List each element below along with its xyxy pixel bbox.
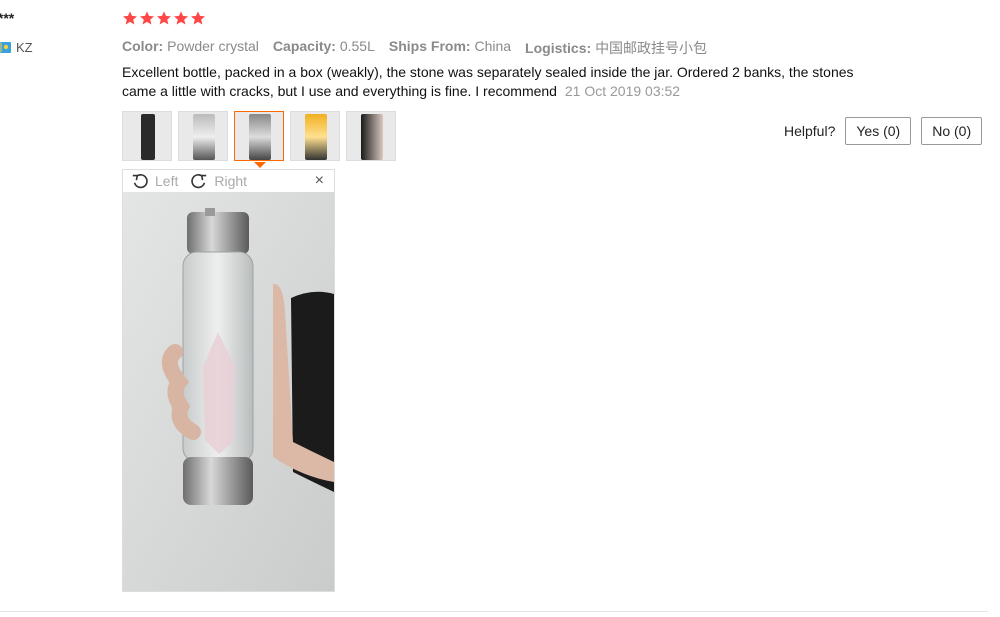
rating-stars xyxy=(122,10,206,26)
helpful-no-button[interactable]: No (0) xyxy=(921,117,983,145)
photo-thumbnail[interactable] xyxy=(178,111,228,161)
country-code: KZ xyxy=(16,40,33,55)
star-icon xyxy=(123,11,137,25)
attribute-color: Color: Powder crystal xyxy=(122,38,259,54)
close-icon[interactable]: × xyxy=(315,172,324,190)
attribute-logistics: Logistics: 中国邮政挂号小包 xyxy=(525,40,708,56)
photo-thumbnail[interactable] xyxy=(122,111,172,161)
viewer-toolbar: Left Right × xyxy=(123,170,334,192)
photo-thumbnail[interactable] xyxy=(346,111,396,161)
star-icon xyxy=(191,11,205,25)
helpful-yes-button[interactable]: Yes (0) xyxy=(845,117,912,145)
kazakhstan-flag-icon xyxy=(0,42,11,53)
rotate-left-icon xyxy=(132,174,148,189)
rotate-left-label: Left xyxy=(155,173,179,189)
attribute-capacity: Capacity: 0.55L xyxy=(272,38,375,54)
helpful-label: Helpful? xyxy=(784,123,836,139)
helpful-section: Helpful? Yes (0) No (0) xyxy=(784,117,983,145)
rotate-left-button[interactable]: Left xyxy=(131,172,178,190)
review-body: Excellent bottle, packed in a box (weakl… xyxy=(122,63,882,101)
attribute-ships-from: Ships From: China xyxy=(388,38,512,54)
photo-thumbnail-selected[interactable] xyxy=(234,111,284,161)
star-icon xyxy=(140,11,154,25)
photo-viewer: Left Right × xyxy=(122,169,335,592)
review-photo-thumbnails xyxy=(122,111,396,161)
review-date: 21 Oct 2019 03:52 xyxy=(564,83,681,99)
bottle-photo-image xyxy=(123,192,334,591)
reviewer-country: KZ xyxy=(0,40,33,55)
rotate-right-icon xyxy=(191,174,207,189)
selected-thumbnail-pointer xyxy=(254,162,266,168)
photo-thumbnail[interactable] xyxy=(290,111,340,161)
rotate-right-button[interactable]: Right xyxy=(190,172,247,190)
review-divider xyxy=(0,611,988,612)
rotate-right-label: Right xyxy=(214,173,248,189)
product-attributes: Color: Powder crystal Capacity: 0.55L Sh… xyxy=(122,38,707,58)
star-icon xyxy=(157,11,171,25)
review-photo xyxy=(123,192,334,591)
review-text: Excellent bottle, packed in a box (weakl… xyxy=(122,64,854,99)
reviewer-name: l*** xyxy=(0,10,15,26)
star-icon xyxy=(174,11,188,25)
